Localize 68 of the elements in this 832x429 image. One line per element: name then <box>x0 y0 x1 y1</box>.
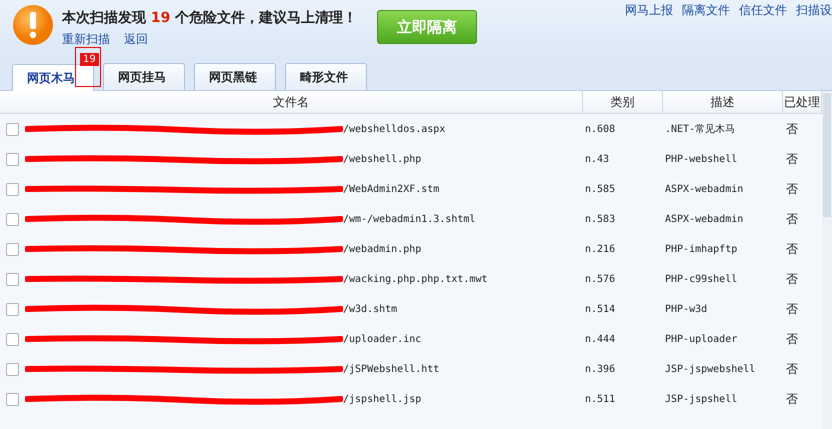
description-cell-text: PHP-webshell <box>664 154 738 164</box>
file-path: /WebAdmin2XF.stm <box>343 184 440 194</box>
column-header: 描述 <box>663 91 783 113</box>
tab[interactable]: 网页木马 <box>12 64 94 91</box>
file-path: /w3d.shtm <box>343 304 398 314</box>
row-checkbox[interactable] <box>6 302 19 316</box>
tab[interactable]: 畸形文件 <box>285 63 367 90</box>
row-checkbox[interactable] <box>6 242 19 256</box>
count-badge: 19 <box>80 53 99 66</box>
row-checkbox[interactable] <box>6 332 19 346</box>
highlight-outline <box>75 47 101 87</box>
category-cell-text: n.583 <box>584 214 616 224</box>
processed-cell-text: 否 <box>785 240 799 258</box>
header-link[interactable]: 返回 <box>124 31 148 48</box>
row-checkbox[interactable] <box>6 362 19 376</box>
processed-cell-text: 否 <box>785 330 799 348</box>
warning-icon <box>12 4 54 46</box>
description-cell-text: JSP-jspshell <box>664 394 738 404</box>
column-header: 文件名 <box>0 91 583 113</box>
processed-cell-text: 否 <box>785 150 799 168</box>
processed-cell-text: 否 <box>785 270 799 288</box>
category-cell-text: n.585 <box>584 184 616 194</box>
tab[interactable]: 网页挂马 <box>103 63 185 90</box>
row-checkbox[interactable] <box>6 272 19 286</box>
file-path: /webshell.php <box>343 154 422 164</box>
top-link[interactable]: 网马上报 <box>625 2 673 58</box>
file-path: /webadmin.php <box>343 244 422 254</box>
file-path: /jspshell.jsp <box>343 394 422 404</box>
category-cell-text: n.43 <box>584 154 610 164</box>
row-checkbox[interactable] <box>6 212 19 226</box>
file-path: /wacking.php.php.txt.mwt <box>343 274 488 284</box>
category-cell-text: n.396 <box>584 364 616 374</box>
scan-result-message: 本次扫描发现 19 个危险文件，建议马上清理！ <box>62 9 358 27</box>
scrollbar[interactable] <box>822 91 832 429</box>
row-checkbox[interactable] <box>6 122 19 136</box>
processed-cell-text: 否 <box>785 390 799 408</box>
description-cell-text: .NET-常见木马 <box>664 122 736 136</box>
top-link[interactable]: 信任文件 <box>739 2 787 58</box>
column-header: 类别 <box>583 91 663 113</box>
top-link[interactable]: 隔离文件 <box>682 2 730 58</box>
row-checkbox[interactable] <box>6 392 19 406</box>
row-checkbox[interactable] <box>6 182 19 196</box>
description-cell-text: ASPX-webadmin <box>664 184 744 194</box>
row-checkbox[interactable] <box>6 152 19 166</box>
file-path: /wm-/webadmin1.3.shtml <box>343 214 476 224</box>
processed-cell-text: 否 <box>785 210 799 228</box>
file-path: /uploader.inc <box>343 334 422 344</box>
processed-cell-text: 否 <box>785 300 799 318</box>
file-path: /webshelldos.aspx <box>343 124 446 134</box>
category-cell-text: n.576 <box>584 274 616 284</box>
description-cell-text: PHP-w3d <box>664 304 708 314</box>
header-link[interactable]: 重新扫描 <box>62 31 110 48</box>
description-cell-text: ASPX-webadmin <box>664 214 744 224</box>
file-path: /jSPWebshell.htt <box>343 364 440 374</box>
category-cell-text: n.514 <box>584 304 616 314</box>
description-cell-text: JSP-jspwebshell <box>664 364 756 374</box>
description-cell-text: PHP-uploader <box>664 334 738 344</box>
tab[interactable]: 网页黑链 <box>194 63 276 90</box>
processed-cell-text: 否 <box>785 120 799 138</box>
processed-cell-text: 否 <box>785 180 799 198</box>
category-cell-text: n.216 <box>584 244 616 254</box>
top-link[interactable]: 扫描设 <box>796 2 832 58</box>
category-cell-text: n.608 <box>584 124 616 134</box>
processed-cell-text: 否 <box>785 360 799 378</box>
category-cell-text: n.444 <box>584 334 616 344</box>
description-cell-text: PHP-imhapftp <box>664 244 738 254</box>
description-cell-text: PHP-c99shell <box>664 274 738 284</box>
category-cell-text: n.511 <box>584 394 616 404</box>
